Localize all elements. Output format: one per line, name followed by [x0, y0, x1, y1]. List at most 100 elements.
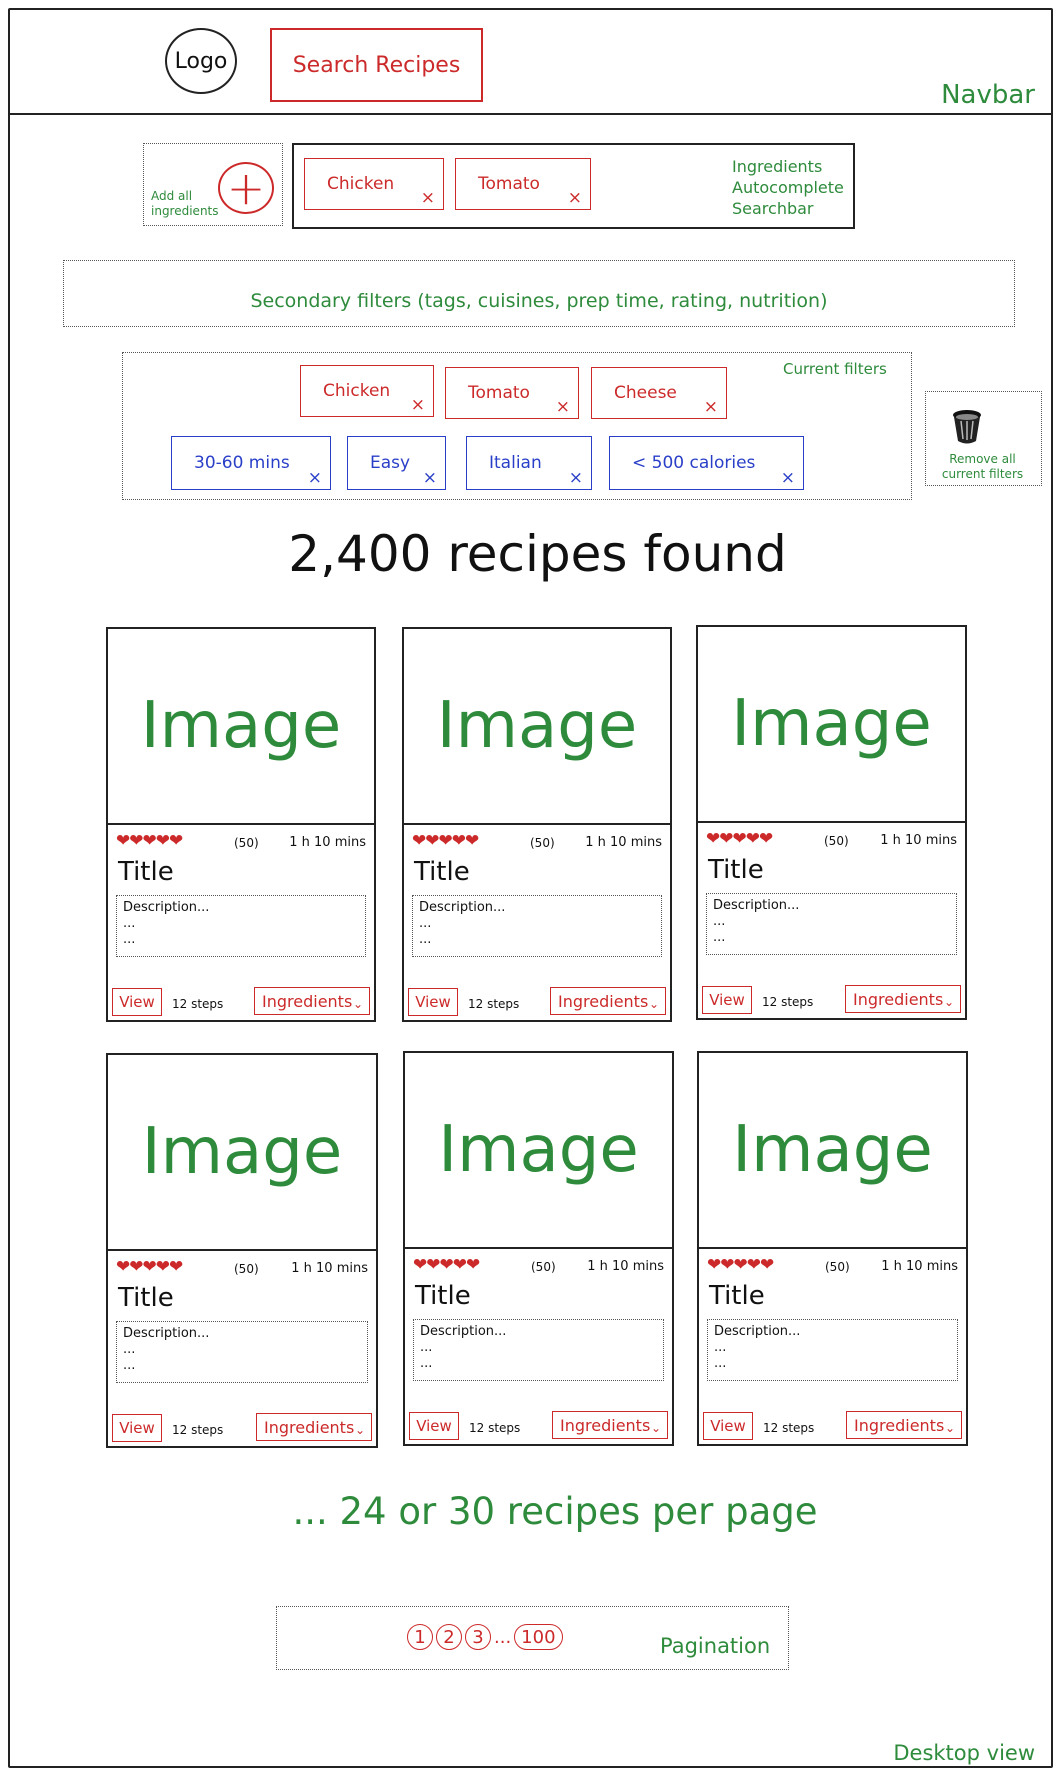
trash-icon[interactable] — [950, 407, 984, 449]
ingredients-dropdown[interactable]: Ingredients ⌄ — [254, 987, 370, 1015]
remove-chip-icon[interactable]: × — [781, 470, 795, 487]
add-all-ingredients-label: Add all ingredients — [151, 189, 219, 218]
view-button[interactable]: View — [409, 1412, 459, 1440]
ingredients-dropdown-label: Ingredients — [262, 991, 353, 1011]
cook-time: 1 h 10 mins — [881, 1259, 958, 1274]
recipe-description: Description......... — [413, 1319, 664, 1381]
recipe-image[interactable]: Image — [698, 627, 965, 823]
filter-chip-cheese[interactable]: Cheese × — [591, 367, 727, 419]
filter-chip-cuisine[interactable]: Italian × — [466, 436, 592, 490]
filter-chip-calories[interactable]: < 500 calories × — [609, 436, 804, 490]
ingredients-dropdown-label: Ingredients — [264, 1417, 355, 1437]
ingredient-chip-chicken[interactable]: Chicken × — [304, 158, 444, 210]
recipe-title[interactable]: Title — [415, 1281, 471, 1311]
ingredients-dropdown[interactable]: Ingredients ⌄ — [552, 1411, 668, 1439]
rating-count: (50) — [824, 834, 849, 848]
remove-chip-icon[interactable]: × — [411, 397, 425, 414]
cook-time: 1 h 10 mins — [587, 1259, 664, 1274]
ingredients-dropdown[interactable]: Ingredients ⌄ — [846, 1411, 962, 1439]
ingredient-chip-tomato[interactable]: Tomato × — [455, 158, 591, 210]
rating-hearts-icon: ❤❤❤❤❤ — [116, 1257, 183, 1277]
view-button[interactable]: View — [703, 1412, 753, 1440]
page-3-button[interactable]: 3 — [465, 1624, 491, 1650]
search-recipes-input[interactable]: Search Recipes — [270, 28, 483, 102]
recipe-card[interactable]: Image ❤❤❤❤❤ (50) 1 h 10 mins Title Descr… — [402, 627, 672, 1022]
cook-time: 1 h 10 mins — [585, 835, 662, 850]
rating-hearts-icon: ❤❤❤❤❤ — [707, 1255, 774, 1275]
recipe-title[interactable]: Title — [708, 855, 764, 885]
recipe-card[interactable]: Image ❤❤❤❤❤ (50) 1 h 10 mins Title Descr… — [403, 1051, 674, 1446]
recipe-image[interactable]: Image — [405, 1053, 672, 1249]
remove-chip-icon[interactable]: × — [568, 190, 582, 207]
recipe-description: Description......... — [706, 893, 957, 955]
pagination-pages: 1 2 3 ... 100 — [407, 1624, 563, 1650]
remove-chip-icon[interactable]: × — [704, 399, 718, 416]
navbar-annotation: Navbar — [941, 80, 1035, 110]
steps-count: 12 steps — [172, 997, 224, 1011]
recipe-image[interactable]: Image — [404, 629, 670, 825]
filter-chip-prep-time[interactable]: 30-60 mins × — [171, 436, 331, 490]
recipe-title[interactable]: Title — [414, 857, 470, 887]
chevron-down-icon: ⌄ — [944, 1421, 955, 1435]
current-filters-label: Current filters — [783, 360, 887, 378]
remove-all-filters-label: Remove all current filters — [941, 452, 1024, 481]
recipe-image[interactable]: Image — [699, 1053, 966, 1249]
remove-chip-icon[interactable]: × — [569, 470, 583, 487]
ingredients-dropdown[interactable]: Ingredients ⌄ — [845, 985, 961, 1013]
ingredients-dropdown[interactable]: Ingredients ⌄ — [256, 1413, 372, 1441]
recipe-title[interactable]: Title — [118, 1283, 174, 1313]
rating-count: (50) — [825, 1260, 850, 1274]
remove-chip-icon[interactable]: × — [421, 190, 435, 207]
rating-hearts-icon: ❤❤❤❤❤ — [412, 831, 479, 851]
chevron-down-icon: ⌄ — [943, 995, 954, 1009]
ingredients-annotation: Ingredients Autocomplete Searchbar — [732, 157, 844, 218]
cook-time: 1 h 10 mins — [289, 835, 366, 850]
steps-count: 12 steps — [763, 1421, 815, 1435]
filter-chip-tomato[interactable]: Tomato × — [445, 367, 579, 419]
recipe-card[interactable]: Image ❤❤❤❤❤ (50) 1 h 10 mins Title Descr… — [697, 1051, 968, 1446]
recipe-description: Description......... — [116, 895, 366, 957]
desktop-view-annotation: Desktop view — [893, 1741, 1035, 1765]
recipe-title[interactable]: Title — [709, 1281, 765, 1311]
view-button[interactable]: View — [702, 986, 752, 1014]
rating-count: (50) — [234, 836, 259, 850]
filter-chip-chicken[interactable]: Chicken × — [300, 365, 434, 417]
ingredients-dropdown[interactable]: Ingredients ⌄ — [550, 987, 666, 1015]
view-button[interactable]: View — [408, 988, 458, 1016]
recipe-card[interactable]: Image ❤❤❤❤❤ (50) 1 h 10 mins Title Descr… — [106, 627, 376, 1022]
rating-count: (50) — [530, 836, 555, 850]
logo[interactable]: Logo — [165, 28, 237, 94]
recipe-card[interactable]: Image ❤❤❤❤❤ (50) 1 h 10 mins Title Descr… — [696, 625, 967, 1020]
recipe-image[interactable]: Image — [108, 629, 374, 825]
steps-count: 12 steps — [468, 997, 520, 1011]
chevron-down-icon: ⌄ — [352, 997, 363, 1011]
ingredients-dropdown-label: Ingredients — [560, 1415, 651, 1435]
rating-count: (50) — [234, 1262, 259, 1276]
view-button[interactable]: View — [112, 988, 162, 1016]
remove-chip-icon[interactable]: × — [308, 470, 322, 487]
rating-hearts-icon: ❤❤❤❤❤ — [413, 1255, 480, 1275]
steps-count: 12 steps — [172, 1423, 224, 1437]
recipe-title[interactable]: Title — [118, 857, 174, 887]
page-2-button[interactable]: 2 — [436, 1624, 462, 1650]
recipe-description: Description......... — [412, 895, 662, 957]
recipe-card[interactable]: Image ❤❤❤❤❤ (50) 1 h 10 mins Title Descr… — [106, 1053, 378, 1448]
remove-chip-icon[interactable]: × — [423, 470, 437, 487]
page-1-button[interactable]: 1 — [407, 1624, 433, 1650]
add-all-ingredients-button[interactable]: + — [218, 162, 274, 214]
rating-hearts-icon: ❤❤❤❤❤ — [706, 829, 773, 849]
chevron-down-icon: ⌄ — [650, 1421, 661, 1435]
ingredients-dropdown-label: Ingredients — [558, 991, 649, 1011]
remove-chip-icon[interactable]: × — [556, 399, 570, 416]
chevron-down-icon: ⌄ — [354, 1423, 365, 1437]
page-100-button[interactable]: 100 — [514, 1624, 563, 1650]
recipe-image[interactable]: Image — [108, 1055, 376, 1251]
results-count: 2,400 recipes found — [288, 525, 787, 583]
cook-time: 1 h 10 mins — [880, 833, 957, 848]
view-button[interactable]: View — [112, 1414, 162, 1442]
pagination-ellipsis: ... — [494, 1626, 512, 1648]
chevron-down-icon: ⌄ — [648, 997, 659, 1011]
rating-hearts-icon: ❤❤❤❤❤ — [116, 831, 183, 851]
filter-chip-difficulty[interactable]: Easy × — [347, 436, 446, 490]
steps-count: 12 steps — [469, 1421, 521, 1435]
